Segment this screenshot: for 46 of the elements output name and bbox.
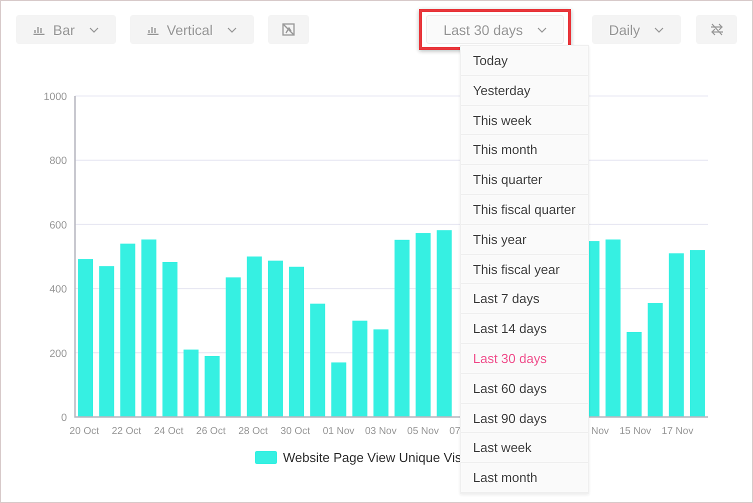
bar bbox=[204, 356, 220, 417]
x-axis-label: 30 Oct bbox=[280, 426, 310, 437]
chevron-down-icon bbox=[536, 26, 547, 32]
swap-button[interactable] bbox=[696, 15, 737, 44]
x-axis-label: Nov bbox=[591, 426, 609, 437]
crossed-square-icon bbox=[282, 23, 295, 36]
menu-item[interactable]: Today bbox=[461, 46, 588, 76]
y-axis-label: 600 bbox=[49, 219, 67, 232]
bar bbox=[184, 350, 199, 417]
y-axis-label: 800 bbox=[49, 155, 67, 168]
x-axis-label: 07 bbox=[449, 426, 460, 437]
menu-item[interactable]: Yesterday bbox=[461, 76, 588, 106]
menu-item[interactable]: Last 14 days bbox=[461, 314, 588, 344]
y-axis-label: 0 bbox=[61, 412, 67, 424]
toggle-button[interactable] bbox=[268, 15, 309, 44]
menu-item[interactable]: This fiscal quarter bbox=[461, 194, 588, 225]
menu-item[interactable]: Last 60 days bbox=[461, 374, 588, 404]
x-axis-label: 05 Nov bbox=[407, 426, 439, 437]
bar-chart-icon bbox=[146, 24, 159, 35]
menu-item[interactable]: This week bbox=[461, 106, 588, 136]
y-axis-label: 1000 bbox=[44, 91, 67, 103]
y-axis-label: 200 bbox=[49, 348, 67, 360]
chevron-down-icon bbox=[88, 26, 99, 32]
x-axis-label: 15 Nov bbox=[619, 426, 652, 437]
menu-item[interactable]: Last month bbox=[461, 463, 588, 493]
x-axis-label: 20 Oct bbox=[70, 426, 100, 437]
x-axis-label: 26 Oct bbox=[196, 426, 226, 437]
menu-item[interactable]: This fiscal year bbox=[461, 254, 588, 284]
chevron-down-icon bbox=[654, 26, 664, 32]
menu-item[interactable]: This quarter bbox=[461, 165, 588, 195]
x-axis-label: 28 Oct bbox=[238, 426, 268, 437]
menu-item[interactable]: This month bbox=[461, 135, 588, 166]
x-axis-label: 22 Oct bbox=[112, 426, 142, 437]
x-axis-label: 24 Oct bbox=[154, 426, 184, 437]
crossed-arrows-icon bbox=[710, 23, 724, 36]
menu-item[interactable]: This year bbox=[461, 224, 588, 255]
bar bbox=[331, 362, 346, 417]
y-axis-label: 400 bbox=[49, 284, 67, 296]
x-axis-label: 17 Nov bbox=[662, 426, 694, 437]
chevron-down-icon bbox=[226, 26, 237, 32]
x-axis-label: 03 Nov bbox=[364, 426, 397, 437]
menu-item[interactable]: Last 7 days bbox=[461, 284, 588, 314]
x-axis-label: 01 Nov bbox=[322, 426, 354, 437]
menu-item[interactable]: Last 90 days bbox=[461, 404, 588, 434]
menu-item[interactable]: Last week bbox=[461, 433, 588, 464]
bar-chart-icon bbox=[33, 24, 45, 35]
